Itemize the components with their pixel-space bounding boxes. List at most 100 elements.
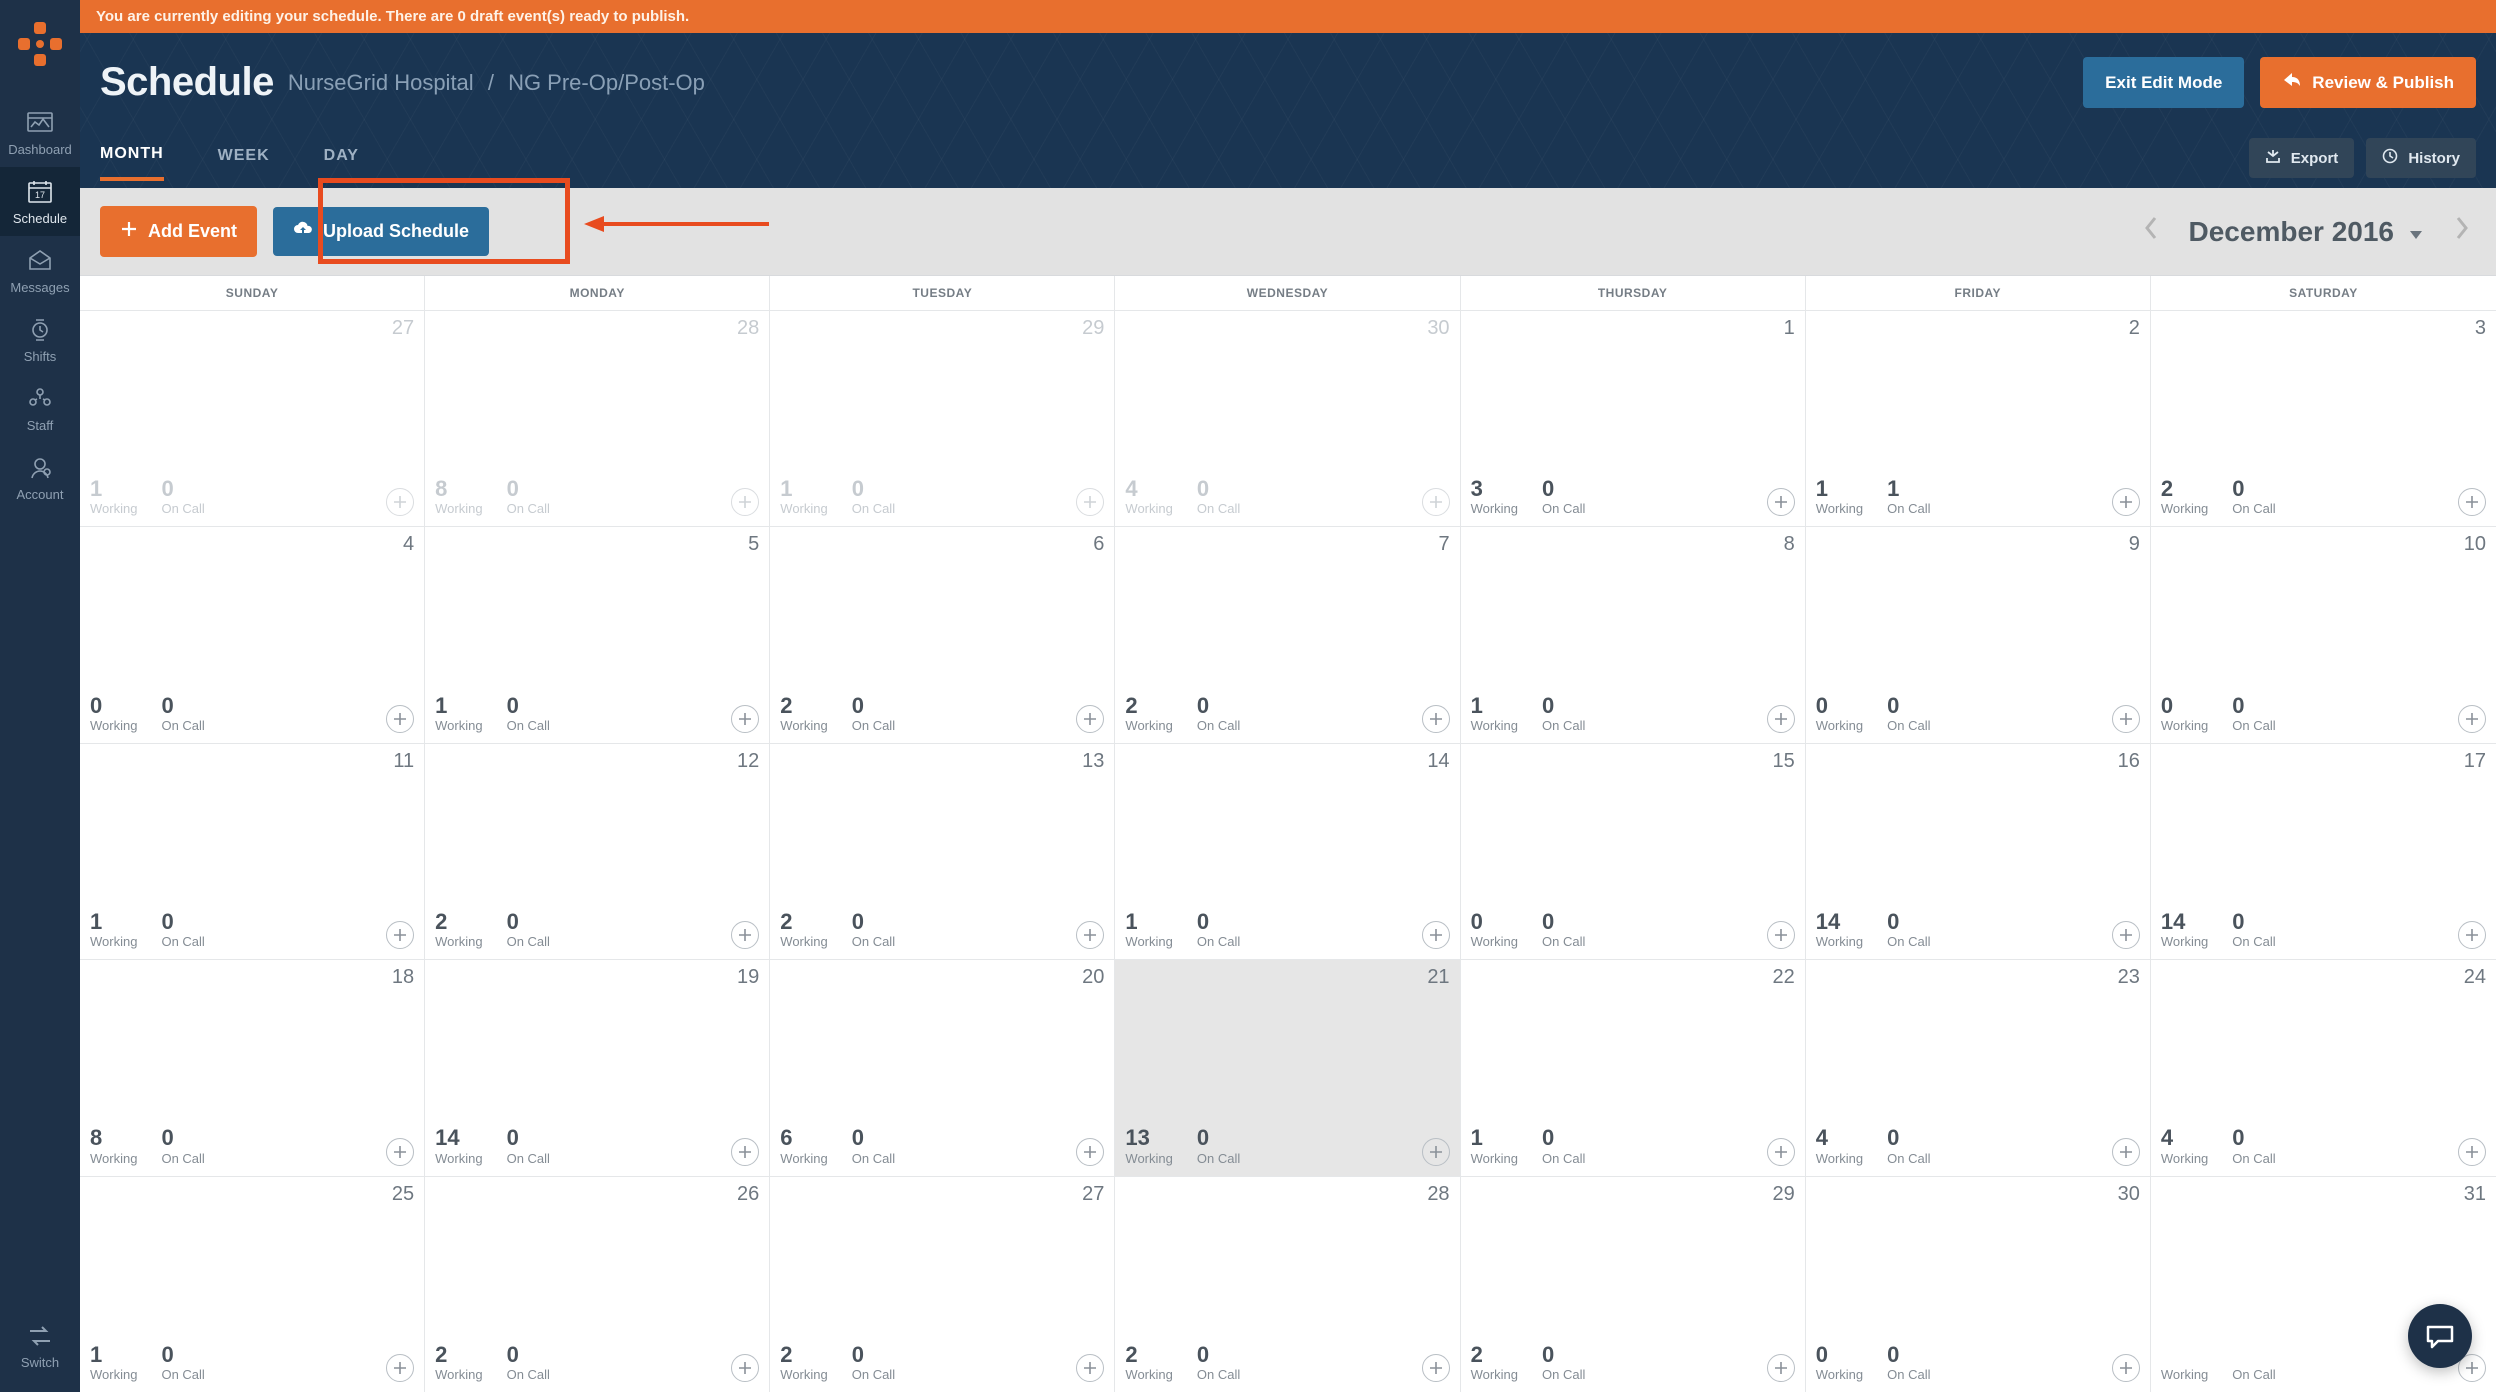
upload-schedule-button[interactable]: Upload Schedule [273,207,489,256]
add-event-day-button[interactable] [1767,1138,1795,1166]
day-cell[interactable]: 32Working0On Call [2151,311,2496,526]
day-cell[interactable]: 221Working0On Call [1461,960,1806,1175]
add-event-day-button[interactable] [386,1138,414,1166]
add-event-day-button[interactable] [2112,1138,2140,1166]
add-event-day-button[interactable] [2458,921,2486,949]
add-event-day-button[interactable] [386,921,414,949]
add-event-day-button[interactable] [731,488,759,516]
working-count: 2 [1471,1343,1518,1367]
add-event-day-button[interactable] [386,705,414,733]
exit-edit-mode-button[interactable]: Exit Edit Mode [2083,57,2244,108]
add-event-day-button[interactable] [1422,705,1450,733]
chat-fab[interactable] [2408,1304,2472,1368]
add-event-day-button[interactable] [731,921,759,949]
day-cell[interactable]: 206Working0On Call [770,960,1115,1175]
export-button[interactable]: Export [2249,138,2355,178]
day-cell[interactable]: 2113Working0On Call [1115,960,1460,1175]
add-event-day-button[interactable] [2458,488,2486,516]
day-cell[interactable]: 1914Working0On Call [425,960,770,1175]
day-cell[interactable]: 234Working0On Call [1806,960,2151,1175]
add-event-day-button[interactable] [1422,921,1450,949]
day-cell[interactable]: 271Working0On Call [80,311,425,526]
day-cell[interactable]: 304Working0On Call [1115,311,1460,526]
day-cell[interactable]: 62Working0On Call [770,527,1115,742]
add-event-day-button[interactable] [731,1138,759,1166]
nav-schedule[interactable]: 17 Schedule [0,167,80,236]
nav-switch[interactable]: Switch [0,1311,80,1380]
add-event-day-button[interactable] [2112,705,2140,733]
day-cell[interactable]: 272Working0On Call [770,1177,1115,1392]
day-cell[interactable]: 122Working0On Call [425,744,770,959]
oncall-count: 0 [507,910,550,934]
day-cell[interactable]: 51Working0On Call [425,527,770,742]
add-event-day-button[interactable] [731,705,759,733]
day-cell[interactable]: 40Working0On Call [80,527,425,742]
day-cell[interactable]: 1714Working0On Call [2151,744,2496,959]
day-cell[interactable]: 111Working0On Call [80,744,425,959]
tab-month[interactable]: MONTH [100,145,164,181]
add-event-day-button[interactable] [1422,1138,1450,1166]
add-event-day-button[interactable] [731,1354,759,1382]
add-event-day-button[interactable] [386,1354,414,1382]
add-event-day-button[interactable] [1076,1138,1104,1166]
day-cell[interactable]: 90Working0On Call [1806,527,2151,742]
day-cell[interactable]: 188Working0On Call [80,960,425,1175]
add-event-day-button[interactable] [1767,705,1795,733]
add-event-day-button[interactable] [1076,1354,1104,1382]
day-cell[interactable]: 141Working0On Call [1115,744,1460,959]
add-event-day-button[interactable] [1767,1354,1795,1382]
working-count: 2 [780,1343,827,1367]
day-cell[interactable]: 72Working0On Call [1115,527,1460,742]
day-cell[interactable]: 291Working0On Call [770,311,1115,526]
day-cell[interactable]: 244Working0On Call [2151,960,2496,1175]
day-cell[interactable]: 292Working0On Call [1461,1177,1806,1392]
day-number: 28 [435,317,759,340]
add-event-day-button[interactable] [1076,921,1104,949]
add-event-day-button[interactable] [1076,705,1104,733]
add-event-day-button[interactable] [1422,1354,1450,1382]
day-cell[interactable]: 150Working0On Call [1461,744,1806,959]
next-month-button[interactable] [2448,209,2476,254]
edit-mode-banner: You are currently editing your schedule.… [80,0,2496,33]
app-sidebar: Dashboard 17 Schedule Messages Shifts St… [0,0,80,1392]
tab-day[interactable]: DAY [324,147,359,179]
add-event-day-button[interactable] [386,488,414,516]
nav-label: Account [17,487,64,502]
nav-messages[interactable]: Messages [0,236,80,305]
dow-cell: SATURDAY [2151,276,2496,310]
crumb-hospital[interactable]: NurseGrid Hospital [288,70,474,95]
add-event-day-button[interactable] [2112,1354,2140,1382]
nav-staff[interactable]: Staff [0,374,80,443]
day-cell[interactable]: 100Working0On Call [2151,527,2496,742]
month-selector[interactable]: December 2016 [2189,216,2424,248]
day-cell[interactable]: 300Working0On Call [1806,1177,2151,1392]
day-cell[interactable]: 251Working0On Call [80,1177,425,1392]
add-event-day-button[interactable] [1422,488,1450,516]
day-cell[interactable]: 282Working0On Call [1115,1177,1460,1392]
prev-month-button[interactable] [2137,209,2165,254]
add-event-day-button[interactable] [2112,921,2140,949]
nav-account[interactable]: Account [0,443,80,512]
day-cell[interactable]: 21Working1On Call [1806,311,2151,526]
working-label: Working [1471,1151,1518,1166]
add-event-day-button[interactable] [2458,1138,2486,1166]
oncall-label: On Call [507,501,550,516]
add-event-day-button[interactable] [1076,488,1104,516]
add-event-day-button[interactable] [1767,921,1795,949]
nav-dashboard[interactable]: Dashboard [0,98,80,167]
day-cell[interactable]: 1614Working0On Call [1806,744,2151,959]
review-publish-button[interactable]: Review & Publish [2260,57,2476,108]
day-cell[interactable]: 262Working0On Call [425,1177,770,1392]
add-event-day-button[interactable] [2112,488,2140,516]
add-event-day-button[interactable] [2458,705,2486,733]
add-event-button[interactable]: Add Event [100,206,257,257]
day-cell[interactable]: 132Working0On Call [770,744,1115,959]
day-cell[interactable]: 288Working0On Call [425,311,770,526]
day-cell[interactable]: 81Working0On Call [1461,527,1806,742]
history-button[interactable]: History [2366,138,2476,178]
day-cell[interactable]: 13Working0On Call [1461,311,1806,526]
add-event-day-button[interactable] [1767,488,1795,516]
tab-week[interactable]: WEEK [218,147,270,179]
nav-shifts[interactable]: Shifts [0,305,80,374]
crumb-department[interactable]: NG Pre-Op/Post-Op [508,70,705,95]
